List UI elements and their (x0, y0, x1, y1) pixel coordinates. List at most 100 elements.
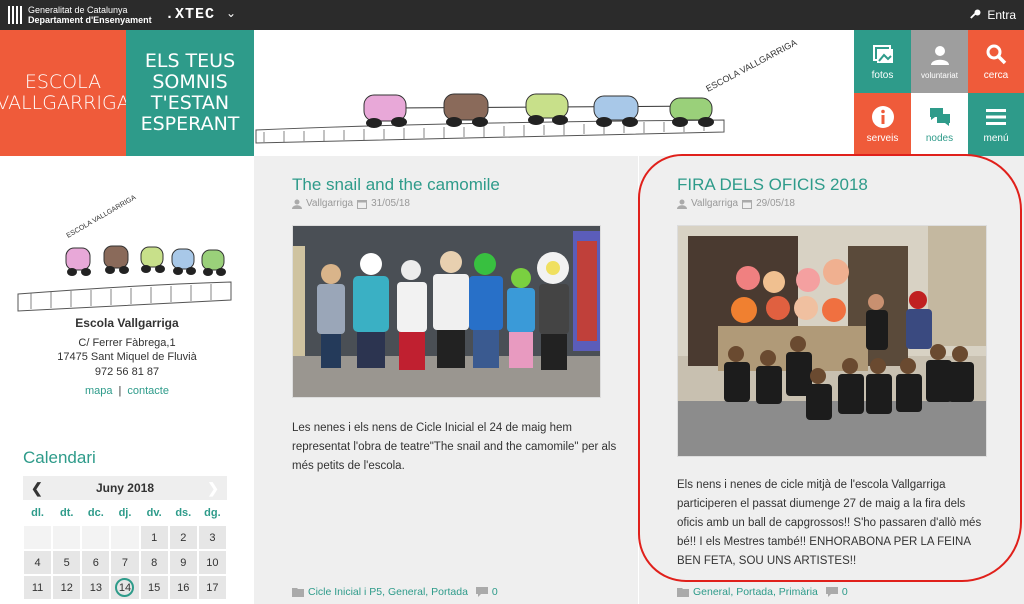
key-icon (970, 9, 981, 19)
calendar-day-number: 15 (148, 581, 161, 594)
menu-button[interactable]: menú (968, 93, 1024, 156)
post-author[interactable]: Vallgarriga (306, 198, 353, 209)
contact-link[interactable]: contacte (127, 385, 169, 397)
calendar-today[interactable]: 14 (110, 575, 140, 600)
calendar-day[interactable]: 3 (197, 525, 227, 550)
nodes-button[interactable]: nodes (911, 93, 968, 156)
post-author[interactable]: Vallgarriga (691, 198, 738, 209)
calendar-day[interactable]: 4 (23, 550, 53, 575)
school-phone: 972 56 81 87 (94, 366, 160, 378)
search-button[interactable]: cerca (968, 30, 1024, 93)
calendar-day[interactable]: 2 (168, 525, 198, 550)
calendar-day[interactable]: 1 (139, 525, 169, 550)
calendar-weekday: dl. (23, 500, 53, 525)
calendar-title: Calendari (23, 448, 96, 467)
post-categories: Cicle Inicial i P5, General, Portada 0 (292, 586, 498, 598)
calendar-day-number: 8 (151, 556, 158, 569)
calendar-day[interactable]: 7 (110, 550, 140, 575)
calendar-day[interactable]: 15 (139, 575, 169, 600)
calendar-day[interactable]: 6 (81, 550, 111, 575)
post-category-links[interactable]: Cicle Inicial i P5, General, Portada (308, 586, 468, 598)
chevron-down-icon[interactable]: ⌄ (226, 6, 236, 20)
menu-label: menú (983, 133, 1009, 144)
post-title-link[interactable]: FIRA DELS OFICIS 2018 (677, 175, 868, 195)
logo-school-text: ESCOLA VALLGARRIGA (66, 194, 138, 240)
calendar-empty-cell (23, 525, 53, 550)
calendar-day[interactable]: 13 (81, 575, 111, 600)
post-title-link[interactable]: The snail and the camomile (292, 175, 500, 195)
xtec-logo[interactable]: .XTEC (165, 6, 215, 23)
school-tile-line2: VALLGARRIGA (0, 92, 130, 114)
motto-line4: ESPERANT (140, 113, 240, 135)
calendar-empty-cell (110, 525, 140, 550)
calendar-grid: dl. dt. dc. dj. dv. ds. dg. 1 2 3 4 5 6 7 8 9 10 11 12 13 14… (23, 500, 227, 600)
calendar-day-number: 1 (151, 531, 158, 544)
volunteering-label: voluntariat (921, 71, 958, 80)
banner-school-text: ESCOLA VALLGARRIGA (704, 37, 798, 93)
post-comment-count[interactable]: 0 (492, 586, 498, 598)
user-icon (930, 46, 949, 65)
services-label: serveis (866, 133, 899, 144)
calendar-day-number: 10 (206, 556, 219, 569)
calendar-day-number: 2 (180, 531, 187, 544)
school-home-tile[interactable]: ESCOLA VALLGARRIGA (0, 30, 130, 156)
calendar-day[interactable]: 10 (197, 550, 227, 575)
calendar-day-number: 11 (31, 581, 44, 594)
folder-icon (292, 588, 304, 597)
calendar-day-number: 9 (180, 556, 187, 569)
post-photo-link[interactable] (677, 225, 987, 457)
post-excerpt: Les nenes i els nens de Cicle Inicial el… (292, 422, 617, 472)
sidebar: ESCOLA VALLGARRIGA Escola Vallgarriga C/… (0, 156, 254, 604)
calendar-icon (357, 199, 368, 209)
header-banner-drawing: ESCOLA VALLGARRIGA (254, 30, 854, 156)
calendar: ❮ Juny 2018 ❯ dl. dt. dc. dj. dv. ds. dg. 1 2 3 4 5… (23, 476, 227, 600)
post-date: 31/05/18 (371, 198, 410, 209)
next-month-button[interactable]: ❯ (207, 480, 219, 497)
motto-line1: ELS TEUS (144, 50, 236, 72)
contact-links: mapa | contacte (0, 385, 254, 397)
motto-tile: ELS TEUS SOMNIS T'ESTAN ESPERANT (126, 30, 254, 156)
calendar-day[interactable]: 5 (52, 550, 82, 575)
calendar-day-number: 5 (63, 556, 70, 569)
school-logo-drawing: ESCOLA VALLGARRIGA (17, 194, 232, 312)
post-category-links[interactable]: General, Portada, Primària (693, 586, 818, 598)
post-comment-count[interactable]: 0 (842, 586, 848, 598)
photos-label: fotos (871, 70, 894, 81)
gencat-line1: Generalitat de Catalunya (28, 5, 128, 15)
calendar-weekday: dg. (197, 500, 227, 525)
calendar-header: ❮ Juny 2018 ❯ (23, 476, 227, 500)
calendar-day[interactable]: 11 (23, 575, 53, 600)
calendar-day[interactable]: 12 (52, 575, 82, 600)
calendar-month: Juny 2018 (95, 481, 155, 495)
calendar-empty-cell (81, 525, 111, 550)
top-bar: Generalitat de Catalunya Departament d'E… (0, 0, 1024, 30)
calendar-day-number: 17 (206, 581, 219, 594)
calendar-day[interactable]: 8 (139, 550, 169, 575)
calendar-day[interactable]: 9 (168, 550, 198, 575)
link-separator: | (118, 385, 122, 397)
map-link[interactable]: mapa (85, 385, 113, 397)
photos-button[interactable]: fotos (854, 30, 911, 93)
post-card: FIRA DELS OFICIS 2018 Vallgarriga 29/05/… (638, 156, 1024, 604)
calendar-weekday: dt. (52, 500, 82, 525)
calendar-day[interactable]: 17 (197, 575, 227, 600)
login-label: Entra (987, 8, 1016, 22)
calendar-day-number: 4 (34, 556, 41, 569)
post-photo-link[interactable] (292, 225, 601, 398)
services-button[interactable]: serveis (854, 93, 911, 156)
prev-month-button[interactable]: ❮ (31, 480, 43, 497)
gencat-emblem-icon (8, 6, 22, 24)
calendar-day[interactable]: 16 (168, 575, 198, 600)
login-link[interactable]: Entra (969, 8, 1016, 22)
post-meta: Vallgarriga 31/05/18 (292, 198, 410, 209)
post-date: 29/05/18 (756, 198, 795, 209)
calendar-day-number: 16 (177, 581, 190, 594)
search-icon (986, 44, 1007, 65)
calendar-weekday: ds. (168, 500, 198, 525)
address-line1: C/ Ferrer Fàbrega,1 (78, 337, 176, 349)
gencat-logo-link[interactable]: Generalitat de Catalunya Departament d'E… (8, 5, 152, 25)
gencat-line2: Departament d'Ensenyament (28, 15, 152, 25)
info-icon (871, 106, 894, 128)
school-address: C/ Ferrer Fàbrega,1 17475 Sant Miquel de… (0, 336, 254, 364)
volunteering-button[interactable]: voluntariat (911, 30, 968, 93)
